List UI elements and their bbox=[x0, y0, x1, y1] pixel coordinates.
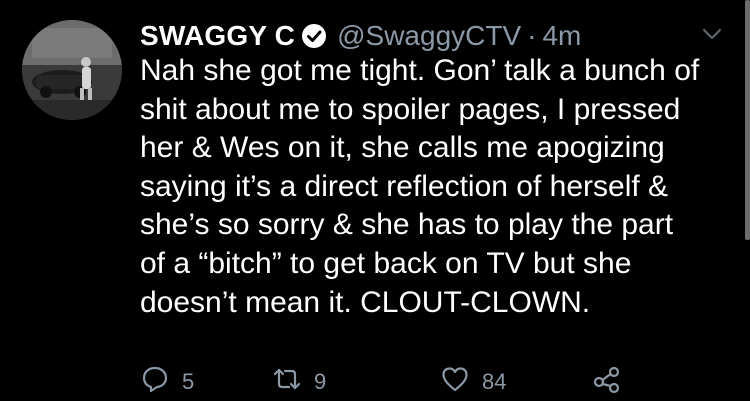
like-button[interactable]: 84 bbox=[440, 364, 506, 400]
scrollbar[interactable] bbox=[745, 0, 750, 240]
reply-icon bbox=[140, 364, 170, 400]
action-bar: 5 9 84 bbox=[140, 360, 660, 400]
like-count: 84 bbox=[482, 369, 507, 394]
share-button[interactable] bbox=[592, 364, 622, 400]
retweet-count: 9 bbox=[314, 369, 327, 394]
timestamp[interactable]: 4m bbox=[542, 20, 581, 52]
tweet-card[interactable]: SWAGGY C @SwaggyCTV · 4m Nah she got me … bbox=[0, 0, 750, 401]
retweet-button[interactable]: 9 bbox=[272, 364, 326, 400]
display-name[interactable]: SWAGGY C bbox=[140, 20, 295, 52]
chevron-down-icon[interactable] bbox=[698, 20, 726, 48]
reply-count: 5 bbox=[182, 369, 195, 394]
share-icon bbox=[592, 364, 622, 400]
tweet-header: SWAGGY C @SwaggyCTV · 4m bbox=[140, 16, 581, 56]
tweet-text: Nah she got me tight. Gon’ talk a bunch … bbox=[140, 54, 700, 319]
verified-badge-icon bbox=[301, 23, 327, 49]
separator-dot: · bbox=[527, 20, 537, 51]
user-handle[interactable]: @SwaggyCTV bbox=[337, 20, 521, 52]
heart-icon bbox=[440, 364, 470, 400]
reply-button[interactable]: 5 bbox=[140, 364, 194, 400]
retweet-icon bbox=[272, 364, 302, 400]
avatar[interactable] bbox=[22, 20, 122, 120]
avatar-photo bbox=[22, 20, 122, 120]
